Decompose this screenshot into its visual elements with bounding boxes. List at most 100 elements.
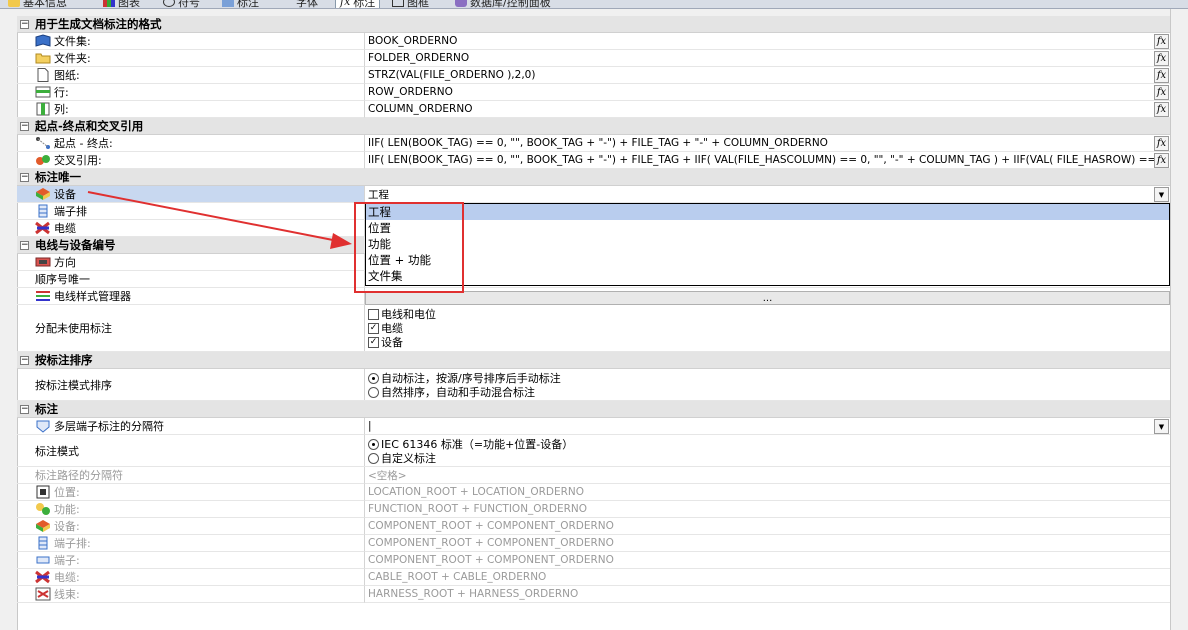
formula-button[interactable]: fx (1154, 102, 1169, 117)
device-select[interactable]: 工程 (365, 186, 1170, 203)
tab-frame[interactable]: 图框 (392, 0, 429, 8)
prop-row-drawing[interactable]: 图纸: STRZ(VAL(FILE_ORDERNO ),2,0) fx (17, 67, 1170, 84)
prop-name: 端子排: (17, 535, 365, 552)
prop-label: 设备: (54, 520, 80, 533)
tab-label: 数据库/控制面板 (470, 0, 551, 9)
checkbox-cable[interactable]: ✓ 电缆 (368, 321, 436, 335)
prop-value: <空格> (365, 467, 1170, 484)
category-sort[interactable]: − 按标注排序 (17, 352, 1170, 369)
prop-row-cross-reference[interactable]: 交叉引用: IIF( LEN(BOOK_TAG) == 0, "", BOOK_… (17, 152, 1170, 169)
function-icon (36, 503, 50, 515)
prop-value[interactable]: ROW_ORDERNO (365, 84, 1170, 101)
tab-basic-info[interactable]: 基本信息 (8, 0, 67, 8)
dropdown-option[interactable]: 文件集 (366, 268, 1169, 284)
radio-iec61346[interactable]: IEC 61346 标准（=功能+位置-设备） (368, 437, 573, 451)
prop-name: 电缆: (17, 569, 365, 586)
prop-name: 文件集: (17, 33, 365, 50)
prop-row-folder[interactable]: 文件夹: FOLDER_ORDERNO fx (17, 50, 1170, 67)
dropdown-option[interactable]: 功能 (366, 236, 1169, 252)
formula-button[interactable]: fx (1154, 85, 1169, 100)
prop-row-terminal: 端子: COMPONENT_ROOT + COMPONENT_ORDERNO (17, 552, 1170, 569)
row-icon (35, 86, 51, 98)
prop-value: COMPONENT_ROOT + COMPONENT_ORDERNO (365, 535, 1170, 552)
formula-button[interactable]: fx (1154, 68, 1169, 83)
terminal-icon (36, 556, 50, 564)
radio-auto-sort[interactable]: 自动标注，按源/序号排序后手动标注 (368, 371, 561, 385)
tab-font[interactable]: 字体 (281, 0, 318, 8)
formula-button[interactable]: fx (1154, 34, 1169, 49)
prop-row-device[interactable]: 设备 工程 ▼ (17, 186, 1170, 203)
prop-name: 方向 (17, 254, 365, 271)
tab-database[interactable]: 数据库/控制面板 (455, 0, 551, 9)
tab-strip: 基本信息 图表 符号 标注 字体 fx 标注 图框 数据库/控制面板 (0, 0, 1188, 9)
formula-button[interactable]: fx (1154, 51, 1169, 66)
prop-name: 电线样式管理器 (17, 288, 365, 305)
chevron-down-icon[interactable]: ▼ (1154, 187, 1169, 202)
prop-label: 电缆 (54, 222, 76, 235)
dropdown-option[interactable]: 位置 (366, 220, 1169, 236)
checkbox-device[interactable]: ✓ 设备 (368, 335, 436, 349)
info-icon (8, 0, 20, 7)
formula-button[interactable]: fx (1154, 136, 1169, 151)
tab-tagging[interactable]: fx 标注 (335, 0, 381, 9)
prop-row-book[interactable]: 文件集: BOOK_ORDERNO fx (17, 33, 1170, 50)
prop-name: 图纸: (17, 67, 365, 84)
prop-name: 交叉引用: (17, 152, 365, 169)
tag-icon (222, 0, 234, 7)
cable-icon (35, 221, 50, 235)
tab-symbol[interactable]: 符号 (163, 0, 200, 8)
prop-name: 行: (17, 84, 365, 101)
collapse-icon[interactable]: − (20, 173, 29, 182)
collapse-icon[interactable]: − (20, 122, 29, 131)
category-doc-format[interactable]: − 用于生成文档标注的格式 (17, 16, 1170, 33)
prop-value[interactable]: FOLDER_ORDERNO (365, 50, 1170, 67)
ellipsis-button[interactable]: ... (365, 291, 1170, 305)
collapse-icon[interactable]: − (20, 20, 29, 29)
tab-label: 标注 (353, 0, 376, 9)
vertical-scrollbar[interactable] (1170, 9, 1188, 630)
prop-value[interactable]: STRZ(VAL(FILE_ORDERNO ),2,0) (365, 67, 1170, 84)
collapse-icon[interactable]: − (20, 241, 29, 250)
device-dropdown-list[interactable]: 工程 位置 功能 位置 + 功能 文件集 (365, 203, 1170, 286)
tab-chart[interactable]: 图表 (103, 0, 140, 9)
radio-natural-sort[interactable]: 自然排序，自动和手动混合标注 (368, 385, 561, 399)
prop-row-tag-mode: 标注模式 IEC 61346 标准（=功能+位置-设备） 自定义标注 (17, 435, 1170, 467)
tab-label: 图表 (118, 0, 140, 9)
prop-value[interactable]: IIF( LEN(BOOK_TAG) == 0, "", BOOK_TAG + … (365, 135, 1170, 152)
option-label: 自然排序，自动和手动混合标注 (381, 386, 535, 399)
document-icon (37, 68, 49, 82)
dropdown-option[interactable]: 工程 (366, 204, 1169, 220)
direction-icon (35, 257, 51, 267)
separator-select[interactable]: | (365, 418, 1170, 435)
prop-row-terminal-strip-tag: 端子排: COMPONENT_ROOT + COMPONENT_ORDERNO (17, 535, 1170, 552)
prop-label: 分配未使用标注 (35, 322, 112, 335)
collapse-icon[interactable]: − (20, 405, 29, 414)
wire-style-icon (36, 291, 50, 301)
prop-label: 起点 - 终点: (54, 137, 113, 150)
category-unique-tag[interactable]: − 标注唯一 (17, 169, 1170, 186)
prop-value: LOCATION_ROOT + LOCATION_ORDERNO (365, 484, 1170, 501)
category-tag[interactable]: − 标注 (17, 401, 1170, 418)
prop-name: 标注模式 (17, 435, 365, 466)
tab-tag[interactable]: 标注 (222, 0, 259, 8)
checkbox-wire-potential[interactable]: 电线和电位 (368, 307, 436, 321)
prop-name: 分配未使用标注 (17, 305, 365, 351)
prop-row-multi-level-separator[interactable]: 多层端子标注的分隔符 | ▼ (17, 418, 1170, 435)
prop-row-column[interactable]: 列: COLUMN_ORDERNO fx (17, 101, 1170, 118)
font-icon (281, 0, 293, 7)
prop-value: FUNCTION_ROOT + FUNCTION_ORDERNO (365, 501, 1170, 518)
dropdown-option[interactable]: 位置 + 功能 (366, 252, 1169, 268)
prop-value[interactable]: IIF( LEN(BOOK_TAG) == 0, "", BOOK_TAG + … (365, 152, 1170, 169)
category-cross-reference[interactable]: − 起点-终点和交叉引用 (17, 118, 1170, 135)
prop-label: 文件集: (54, 35, 91, 48)
radio-custom-tag[interactable]: 自定义标注 (368, 451, 573, 465)
prop-value[interactable]: COLUMN_ORDERNO (365, 101, 1170, 118)
prop-row-row[interactable]: 行: ROW_ORDERNO fx (17, 84, 1170, 101)
folder-icon (35, 53, 51, 64)
collapse-icon[interactable]: − (20, 356, 29, 365)
prop-row-from-to[interactable]: 起点 - 终点: IIF( LEN(BOOK_TAG) == 0, "", BO… (17, 135, 1170, 152)
terminal-strip-icon (38, 536, 48, 550)
prop-value[interactable]: BOOK_ORDERNO (365, 33, 1170, 50)
formula-button[interactable]: fx (1154, 153, 1169, 168)
chevron-down-icon[interactable]: ▼ (1154, 419, 1169, 434)
